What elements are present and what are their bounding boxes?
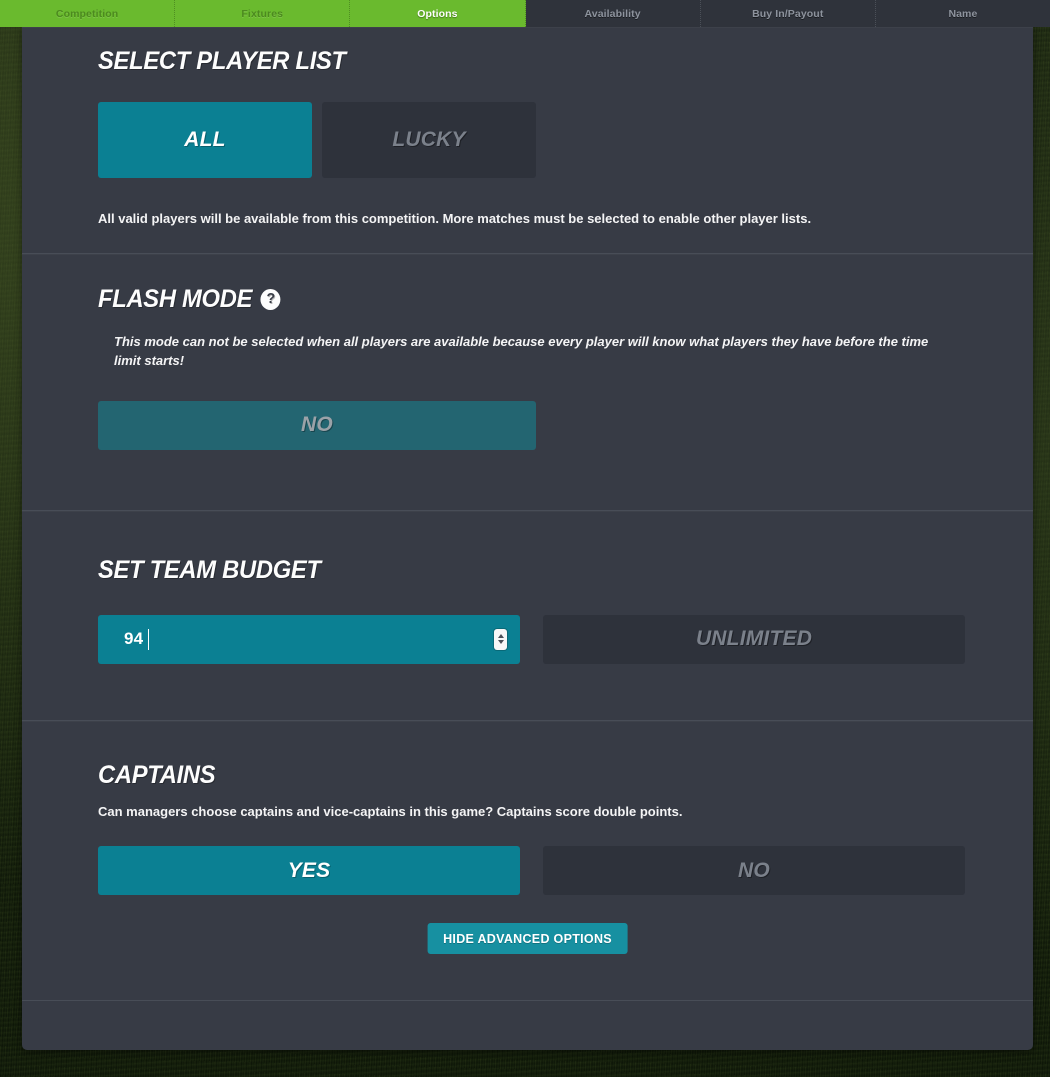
chevron-up-icon[interactable]: [497, 634, 504, 639]
chevron-down-icon[interactable]: [497, 640, 504, 645]
page-title-select-player-list: Select Player List: [98, 47, 346, 75]
text-caret: [148, 628, 149, 650]
player-list-option-all[interactable]: All: [98, 102, 312, 178]
number-spinner[interactable]: [494, 628, 507, 650]
tab-label: Competition: [55, 7, 119, 20]
flash-mode-heading-text: Flash Mode: [98, 284, 253, 313]
tab-label: Name: [948, 7, 978, 20]
captains-option-yes[interactable]: Yes: [98, 846, 520, 896]
tab-options[interactable]: Options: [350, 0, 526, 27]
tab-availability[interactable]: Availability: [525, 0, 701, 27]
toggle-advanced-options-button[interactable]: Hide Advanced Options: [427, 923, 628, 955]
section-select-player-list: Select Player List All Lucky All valid p…: [22, 27, 1033, 254]
team-budget-field-wrapper: [98, 614, 520, 664]
page-title-captains: Captains: [98, 760, 216, 789]
player-list-option-group: All Lucky: [98, 102, 989, 178]
tab-buy-in-payout[interactable]: Buy In/Payout: [700, 0, 876, 27]
tab-competition[interactable]: Competition: [0, 0, 176, 27]
tab-label: Fixtures: [241, 7, 284, 20]
page-title-set-team-budget: Set Team Budget: [98, 555, 321, 584]
options-panel: Select Player List All Lucky All valid p…: [22, 27, 1033, 1050]
panel-footer: Hide Advanced Options: [22, 923, 1033, 1002]
section-flash-mode: Flash Mode ? This mode can not be select…: [22, 254, 1033, 511]
section-set-team-budget: Set Team Budget Unlimited: [22, 511, 1033, 721]
tab-name[interactable]: Name: [875, 0, 1050, 27]
captains-option-no[interactable]: No: [543, 846, 965, 896]
flash-mode-option-group: No: [98, 400, 989, 450]
page-title-flash-mode: Flash Mode ?: [98, 284, 944, 313]
captains-note: Can managers choose captains and vice-ca…: [98, 803, 683, 819]
flash-mode-option-no[interactable]: No: [98, 400, 536, 450]
tab-fixtures[interactable]: Fixtures: [175, 0, 351, 27]
tab-label: Availability: [584, 7, 641, 20]
flash-mode-note: This mode can not be selected when all p…: [114, 333, 929, 368]
wizard-tab-bar: Competition Fixtures Options Availabilit…: [0, 0, 1050, 27]
player-list-option-lucky[interactable]: Lucky: [322, 102, 536, 178]
team-budget-option-unlimited[interactable]: Unlimited: [543, 614, 965, 664]
captains-option-group: Yes No: [98, 846, 989, 896]
section-captains: Captains Can managers choose captains an…: [22, 721, 1033, 945]
panel-tail-spacer: [22, 1001, 1033, 1050]
team-budget-controls: Unlimited: [98, 614, 989, 664]
player-list-note: All valid players will be available from…: [98, 211, 812, 226]
team-budget-input[interactable]: [98, 614, 520, 664]
tab-label: Options: [417, 7, 458, 20]
tab-label: Buy In/Payout: [752, 7, 824, 20]
question-mark-circle-icon[interactable]: ?: [260, 288, 281, 310]
